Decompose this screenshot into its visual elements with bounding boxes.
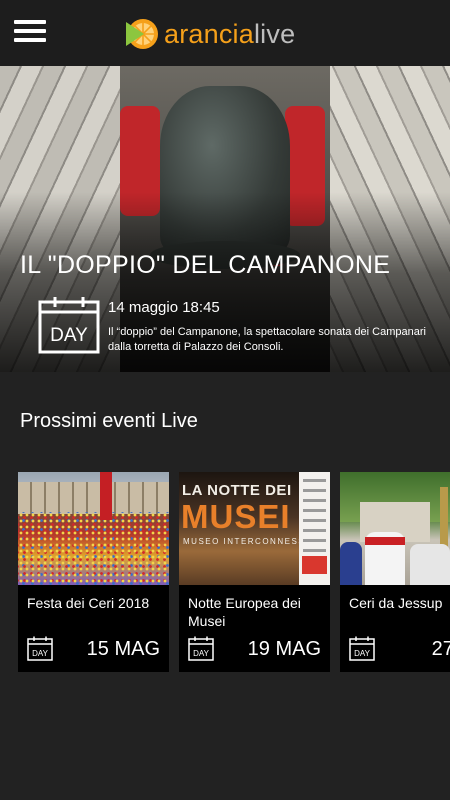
event-date: 27 MAG <box>431 638 450 660</box>
top-app-bar: arancialive <box>0 0 450 66</box>
event-thumbnail <box>340 472 450 585</box>
event-thumbnail <box>18 472 169 585</box>
svg-text:DAY: DAY <box>354 649 371 658</box>
logo-text: arancialive <box>164 18 296 49</box>
featured-event-date: 14 maggio 18:45 <box>108 299 220 316</box>
featured-event-description: Il “doppio” del Campanone, la spettacola… <box>108 326 426 353</box>
event-card[interactable]: Ceri da Jessup DAY 27 MAG <box>340 472 450 672</box>
event-date: 19 MAG <box>247 638 321 660</box>
event-title: Festa dei Ceri 2018 <box>27 595 150 611</box>
upcoming-events-carousel[interactable]: Festa dei Ceri 2018 DAY 15 MAG LA NOTTE … <box>18 472 450 672</box>
svg-text:DAY: DAY <box>32 649 49 658</box>
calendar-day-icon: DAY <box>188 636 214 661</box>
event-card[interactable]: LA NOTTE DEI MUSEI MUSEO INTERCONNESSO N… <box>179 472 330 672</box>
app-logo: arancialive <box>124 16 295 52</box>
hamburger-menu-icon[interactable] <box>14 20 50 48</box>
event-thumbnail: LA NOTTE DEI MUSEI MUSEO INTERCONNESSO <box>179 472 330 585</box>
section-title-upcoming-events: Prossimi eventi Live <box>20 410 198 432</box>
featured-event-title: IL "DOPPIO" DEL CAMPANONE <box>20 251 391 279</box>
calendar-day-icon: DAY <box>27 636 53 661</box>
event-title: Ceri da Jessup <box>349 595 443 611</box>
calendar-day-icon: DAY <box>38 297 100 354</box>
svg-text:DAY: DAY <box>50 325 88 346</box>
event-title: Notte Europea dei Musei <box>188 595 301 629</box>
calendar-day-icon: DAY <box>349 636 375 661</box>
svg-text:DAY: DAY <box>193 649 210 658</box>
event-date: 15 MAG <box>86 638 160 660</box>
featured-event-banner[interactable]: IL "DOPPIO" DEL CAMPANONE DAY 14 maggio … <box>0 66 450 372</box>
orange-slice-play-icon <box>126 19 158 49</box>
event-card[interactable]: Festa dei Ceri 2018 DAY 15 MAG <box>18 472 169 672</box>
